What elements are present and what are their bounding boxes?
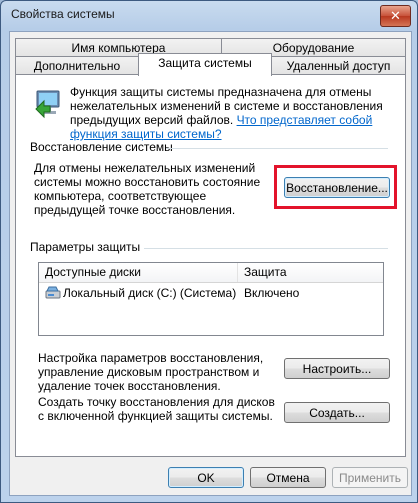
restore-group-title: Восстановление системы: [30, 140, 173, 154]
table-row[interactable]: Локальный диск (C:) (Система) Включено: [39, 283, 383, 303]
drive-list[interactable]: Доступные диски Защита Локальный диск (C…: [38, 262, 384, 336]
title-bar[interactable]: Свойства системы ✕: [1, 1, 417, 31]
dialog-client: Имя компьютера Оборудование Дополнительн…: [9, 31, 412, 496]
apply-button[interactable]: Применить: [332, 467, 408, 488]
drive-name: Локальный диск (C:) (Система): [63, 286, 237, 300]
list-header: Доступные диски Защита: [39, 263, 383, 283]
create-description: Создать точку восстановления для дисков …: [38, 395, 275, 423]
configure-description: Настройка параметров восстановления, упр…: [38, 351, 264, 393]
protection-group-title: Параметры защиты: [30, 240, 141, 254]
column-header-protection[interactable]: Защита: [238, 263, 384, 282]
system-properties-window: Свойства системы ✕ Имя компьютера Оборуд…: [0, 0, 418, 503]
tab-advanced[interactable]: Дополнительно: [15, 56, 139, 75]
close-button[interactable]: ✕: [380, 5, 411, 27]
cancel-button[interactable]: Отмена: [250, 467, 326, 488]
system-protection-icon: [34, 87, 64, 121]
configure-button[interactable]: Настроить...: [284, 358, 390, 379]
highlight-box: [274, 165, 397, 209]
tab-remote[interactable]: Удаленный доступ: [271, 56, 406, 75]
divider: [166, 148, 388, 149]
restore-description: Для отмены нежелательных изменений систе…: [34, 161, 261, 217]
create-button[interactable]: Создать...: [284, 402, 390, 423]
divider: [144, 248, 388, 249]
tab-system-protection[interactable]: Защита системы: [138, 53, 272, 76]
description: Функция защиты системы предназначена для…: [70, 85, 390, 141]
column-header-drives[interactable]: Доступные диски: [39, 263, 235, 282]
tab-row-front: Дополнительно Защита системы Удаленный д…: [15, 53, 406, 76]
window-title: Свойства системы: [11, 7, 115, 21]
ok-button[interactable]: OK: [168, 467, 244, 488]
system-protection-panel: Функция защиты системы предназначена для…: [15, 74, 406, 457]
drive-protection-status: Включено: [244, 286, 300, 300]
